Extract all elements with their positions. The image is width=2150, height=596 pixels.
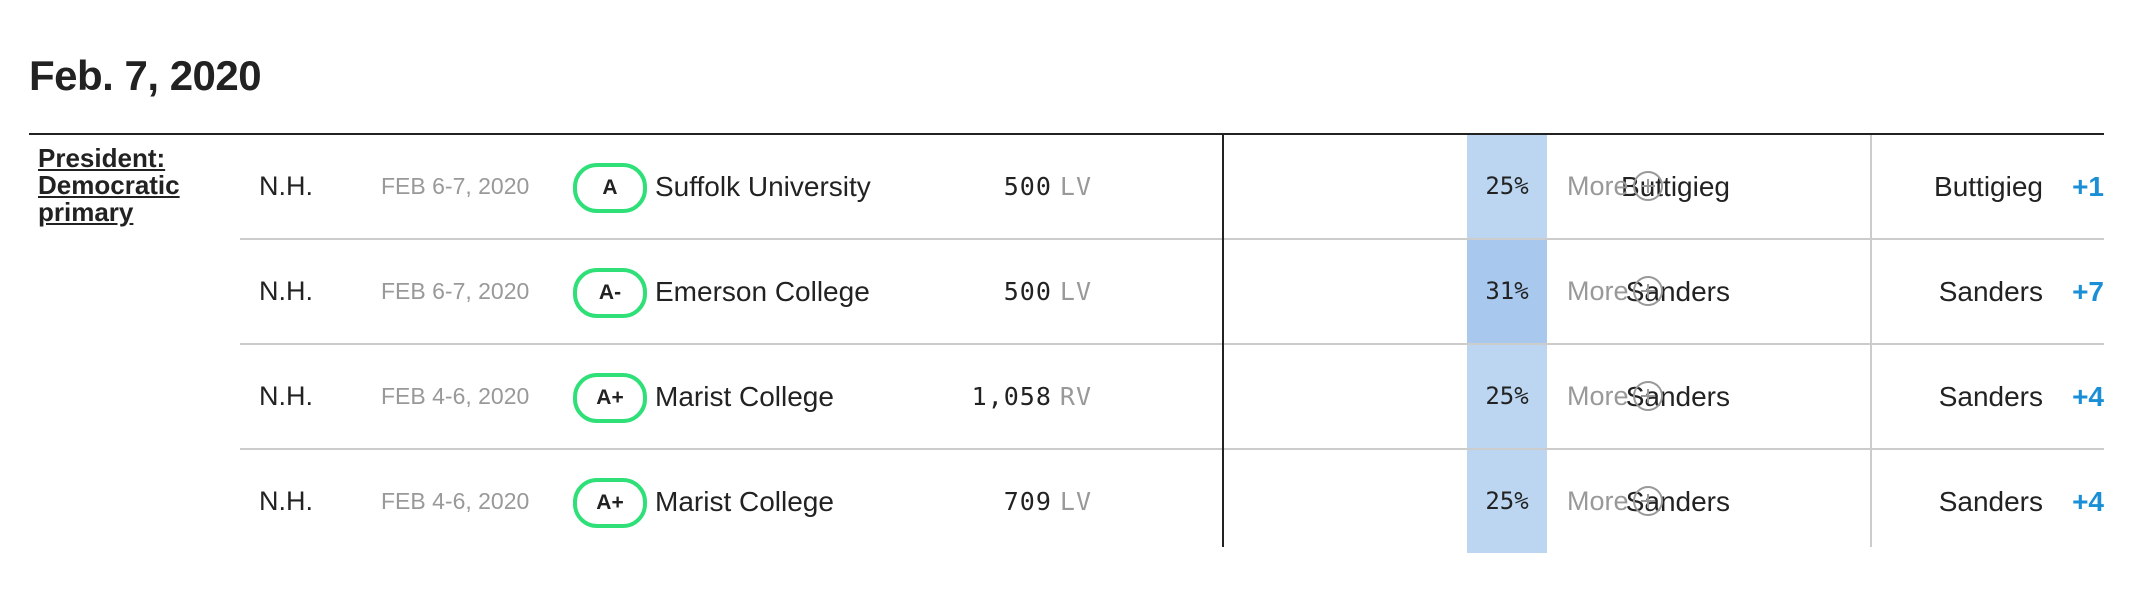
net-margin: +4 xyxy=(2072,381,2104,412)
poll-dates: FEB 4-6, 2020 xyxy=(381,383,530,409)
poll-dates: FEB 6-7, 2020 xyxy=(381,278,530,304)
leader-percent: 25% xyxy=(1467,345,1547,448)
sample-count: 1,058 xyxy=(971,382,1052,411)
pollster-grade-badge: A+ xyxy=(573,478,647,528)
poll-row: N.H. FEB 4-6, 2020 A+ Marist College 709… xyxy=(240,448,2104,553)
more-button[interactable]: More xyxy=(1567,345,1663,448)
net-leader-name: Buttigieg xyxy=(1934,171,2043,202)
pollster-grade-badge: A+ xyxy=(573,373,647,423)
more-label: More xyxy=(1567,486,1629,516)
poll-state: N.H. xyxy=(259,171,313,201)
more-label: More xyxy=(1567,276,1629,306)
net-margin: +4 xyxy=(2072,486,2104,517)
pollster-link[interactable]: Suffolk University xyxy=(655,135,871,238)
sample-population: LV xyxy=(1059,172,1092,201)
poll-dates: FEB 4-6, 2020 xyxy=(381,488,530,514)
sample-population: LV xyxy=(1059,277,1092,306)
poll-state: N.H. xyxy=(259,486,313,516)
plus-circle-icon xyxy=(1632,485,1663,516)
leader-percent: 25% xyxy=(1467,450,1547,553)
net-leader-name: Sanders xyxy=(1938,486,2043,517)
poll-state: N.H. xyxy=(259,276,313,306)
more-label: More xyxy=(1567,381,1629,411)
net-margin: +7 xyxy=(2072,276,2104,307)
sample-count: 500 xyxy=(1003,277,1052,306)
poll-table: N.H. FEB 6-7, 2020 A Suffolk University … xyxy=(240,135,2104,553)
sample-size: 500 LV xyxy=(1004,240,1092,343)
plus-circle-icon xyxy=(1632,380,1663,411)
poll-dates: FEB 6-7, 2020 xyxy=(381,173,530,199)
poll-row: N.H. FEB 6-7, 2020 A Suffolk University … xyxy=(240,135,2104,238)
pollster-link[interactable]: Marist College xyxy=(655,450,834,553)
net-leader-name: Sanders xyxy=(1938,276,2043,307)
race-link[interactable]: President: Democratic primary xyxy=(38,145,218,226)
sample-size: 709 LV xyxy=(1004,450,1092,553)
sample-count: 709 xyxy=(1003,487,1052,516)
poll-row: N.H. FEB 4-6, 2020 A+ Marist College 1,0… xyxy=(240,343,2104,448)
column-divider-light xyxy=(1870,135,1872,547)
poll-state: N.H. xyxy=(259,381,313,411)
column-divider-dark xyxy=(1222,135,1224,547)
plus-circle-icon xyxy=(1632,275,1663,306)
more-label: More xyxy=(1567,171,1629,201)
more-button[interactable]: More xyxy=(1567,135,1663,238)
more-button[interactable]: More xyxy=(1567,240,1663,343)
sample-size: 500 LV xyxy=(1004,135,1092,238)
sample-size: 1,058 RV xyxy=(972,345,1092,448)
pollster-grade-badge: A xyxy=(573,163,647,213)
leader-percent: 25% xyxy=(1467,135,1547,238)
net-leader-name: Sanders xyxy=(1938,381,2043,412)
more-button[interactable]: More xyxy=(1567,450,1663,553)
sample-count: 500 xyxy=(1003,172,1052,201)
plus-circle-icon xyxy=(1632,170,1663,201)
pollster-link[interactable]: Emerson College xyxy=(655,240,870,343)
leader-percent: 31% xyxy=(1467,240,1547,343)
sample-population: LV xyxy=(1059,487,1092,516)
pollster-grade-badge: A- xyxy=(573,268,647,318)
date-heading: Feb. 7, 2020 xyxy=(29,52,262,99)
sample-population: RV xyxy=(1059,382,1092,411)
poll-row: N.H. FEB 6-7, 2020 A- Emerson College 50… xyxy=(240,238,2104,343)
pollster-link[interactable]: Marist College xyxy=(655,345,834,448)
net-margin: +1 xyxy=(2072,171,2104,202)
